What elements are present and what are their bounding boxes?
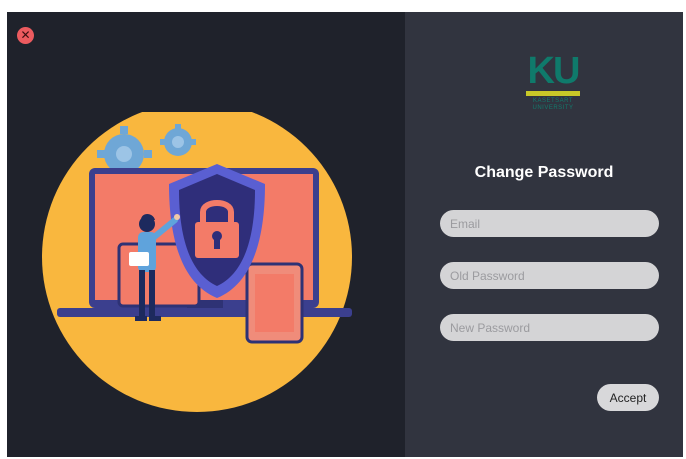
logo-line-2: UNIVERSITY — [532, 105, 574, 111]
old-password-field[interactable] — [440, 262, 659, 289]
tablet-icon — [245, 262, 304, 344]
close-icon[interactable]: ✕ — [17, 27, 34, 44]
logo-mark: KU — [527, 50, 581, 92]
new-password-field[interactable] — [440, 314, 659, 341]
security-illustration — [42, 112, 352, 412]
form-panel: KU KASETSART UNIVERSITY Change Password … — [405, 12, 683, 457]
change-password-window: ✕ KU KASETSART UNIVERSITY Change Passwor… — [7, 12, 683, 457]
page-title: Change Password — [474, 164, 614, 181]
accept-button[interactable]: Accept — [597, 384, 659, 411]
email-field[interactable] — [440, 210, 659, 237]
ku-logo: KU KASETSART UNIVERSITY — [524, 52, 582, 122]
illustration-panel: ✕ — [7, 12, 405, 457]
logo-line-1: KASETSART — [532, 98, 574, 104]
